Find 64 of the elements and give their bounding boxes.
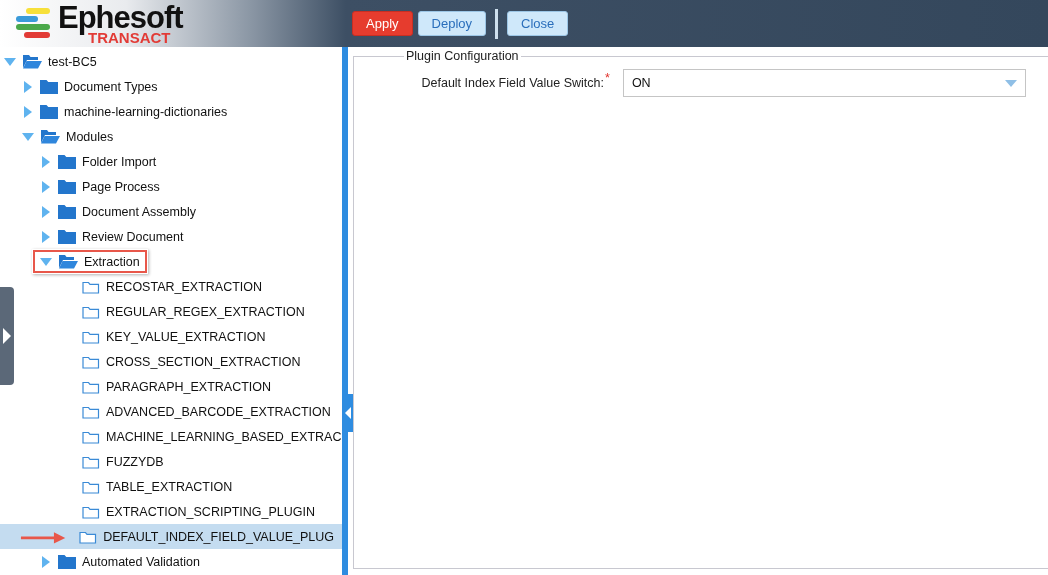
- logo-name: Ephesoft: [58, 2, 183, 33]
- folder-icon: [82, 429, 100, 444]
- tree-item-label[interactable]: Extraction: [84, 254, 140, 269]
- folder-icon: [58, 554, 76, 569]
- tree-item-label[interactable]: Folder Import: [82, 154, 157, 169]
- tree-item-label[interactable]: REGULAR_REGEX_EXTRACTION: [106, 304, 305, 319]
- tree-item-label[interactable]: PARAGRAPH_EXTRACTION: [106, 379, 272, 394]
- tree-item-label[interactable]: MACHINE_LEARNING_BASED_EXTRAC: [106, 429, 342, 444]
- collapsed-caret-icon[interactable]: [40, 230, 52, 243]
- tree-item-label[interactable]: TABLE_EXTRACTION: [106, 479, 233, 494]
- tree-item-label[interactable]: ADVANCED_BARCODE_EXTRACTION: [106, 404, 331, 419]
- expanded-caret-icon[interactable]: [22, 130, 34, 143]
- folder-icon: [82, 454, 100, 469]
- selected-row[interactable]: DEFAULT_INDEX_FIELD_VALUE_PLUG: [0, 524, 342, 549]
- collapsed-caret-icon[interactable]: [22, 80, 34, 93]
- open-folder-icon: [58, 254, 78, 269]
- tree-item-label[interactable]: Document Assembly: [82, 204, 196, 219]
- open-folder-icon: [40, 129, 60, 144]
- collapsed-caret-icon[interactable]: [40, 155, 52, 168]
- dropdown-caret-icon: [1005, 79, 1017, 87]
- collapsed-caret-icon[interactable]: [22, 105, 34, 118]
- folder-icon: [58, 229, 76, 244]
- folder-icon: [82, 479, 100, 494]
- tree-item-label[interactable]: FUZZYDB: [106, 454, 164, 469]
- tree-item-label[interactable]: KEY_VALUE_EXTRACTION: [106, 329, 266, 344]
- tree-item-label[interactable]: Modules: [66, 129, 114, 144]
- folder-icon: [82, 354, 100, 369]
- collapsed-caret-icon[interactable]: [40, 555, 52, 568]
- folder-icon: [58, 204, 76, 219]
- toolbar-button[interactable]: Close: [507, 11, 569, 36]
- tree-item-label[interactable]: CROSS_SECTION_EXTRACTION: [106, 354, 301, 369]
- folder-icon: [82, 404, 100, 419]
- folder-icon: [82, 379, 100, 394]
- folder-icon: [82, 304, 100, 319]
- folder-icon: [79, 529, 98, 544]
- folder-icon: [40, 104, 58, 119]
- expand-handle[interactable]: [0, 287, 14, 385]
- tree-item-label[interactable]: RECOSTAR_EXTRACTION: [106, 279, 263, 294]
- folder-icon: [82, 504, 100, 519]
- group-legend: Plugin Configuration: [404, 49, 521, 63]
- folder-icon: [40, 79, 58, 94]
- collapsed-caret-icon[interactable]: [40, 205, 52, 218]
- open-folder-icon: [22, 54, 42, 69]
- folder-icon: [58, 179, 76, 194]
- tree-item-label[interactable]: Document Types: [64, 79, 158, 94]
- folder-icon: [58, 154, 76, 169]
- folder-icon: [82, 279, 100, 294]
- tree-item-label[interactable]: EXTRACTION_SCRIPTING_PLUGIN: [106, 504, 316, 519]
- switch-dropdown[interactable]: ON: [622, 69, 1026, 97]
- expanded-caret-icon[interactable]: [4, 55, 16, 68]
- tree-item-label[interactable]: DEFAULT_INDEX_FIELD_VALUE_PLUG: [103, 529, 334, 544]
- toolbar-button[interactable]: Deploy: [417, 11, 486, 36]
- expanded-caret-icon[interactable]: [40, 255, 52, 268]
- tree-item-label[interactable]: test-BC5: [48, 54, 97, 69]
- field-label: Default Index Field Value Switch:: [420, 76, 604, 90]
- tree-item-label[interactable]: machine-learning-dictionaries: [64, 104, 228, 119]
- apply-button[interactable]: Apply: [352, 11, 413, 36]
- tree-item-label[interactable]: Review Document: [82, 229, 184, 244]
- required-mark: *: [605, 71, 610, 85]
- logo-tagline: TRANSACT: [88, 30, 171, 45]
- folder-icon: [82, 329, 100, 344]
- collapsed-caret-icon[interactable]: [40, 180, 52, 193]
- tree-item-label[interactable]: Page Process: [82, 179, 160, 194]
- tree-item-label[interactable]: Automated Validation: [82, 554, 200, 569]
